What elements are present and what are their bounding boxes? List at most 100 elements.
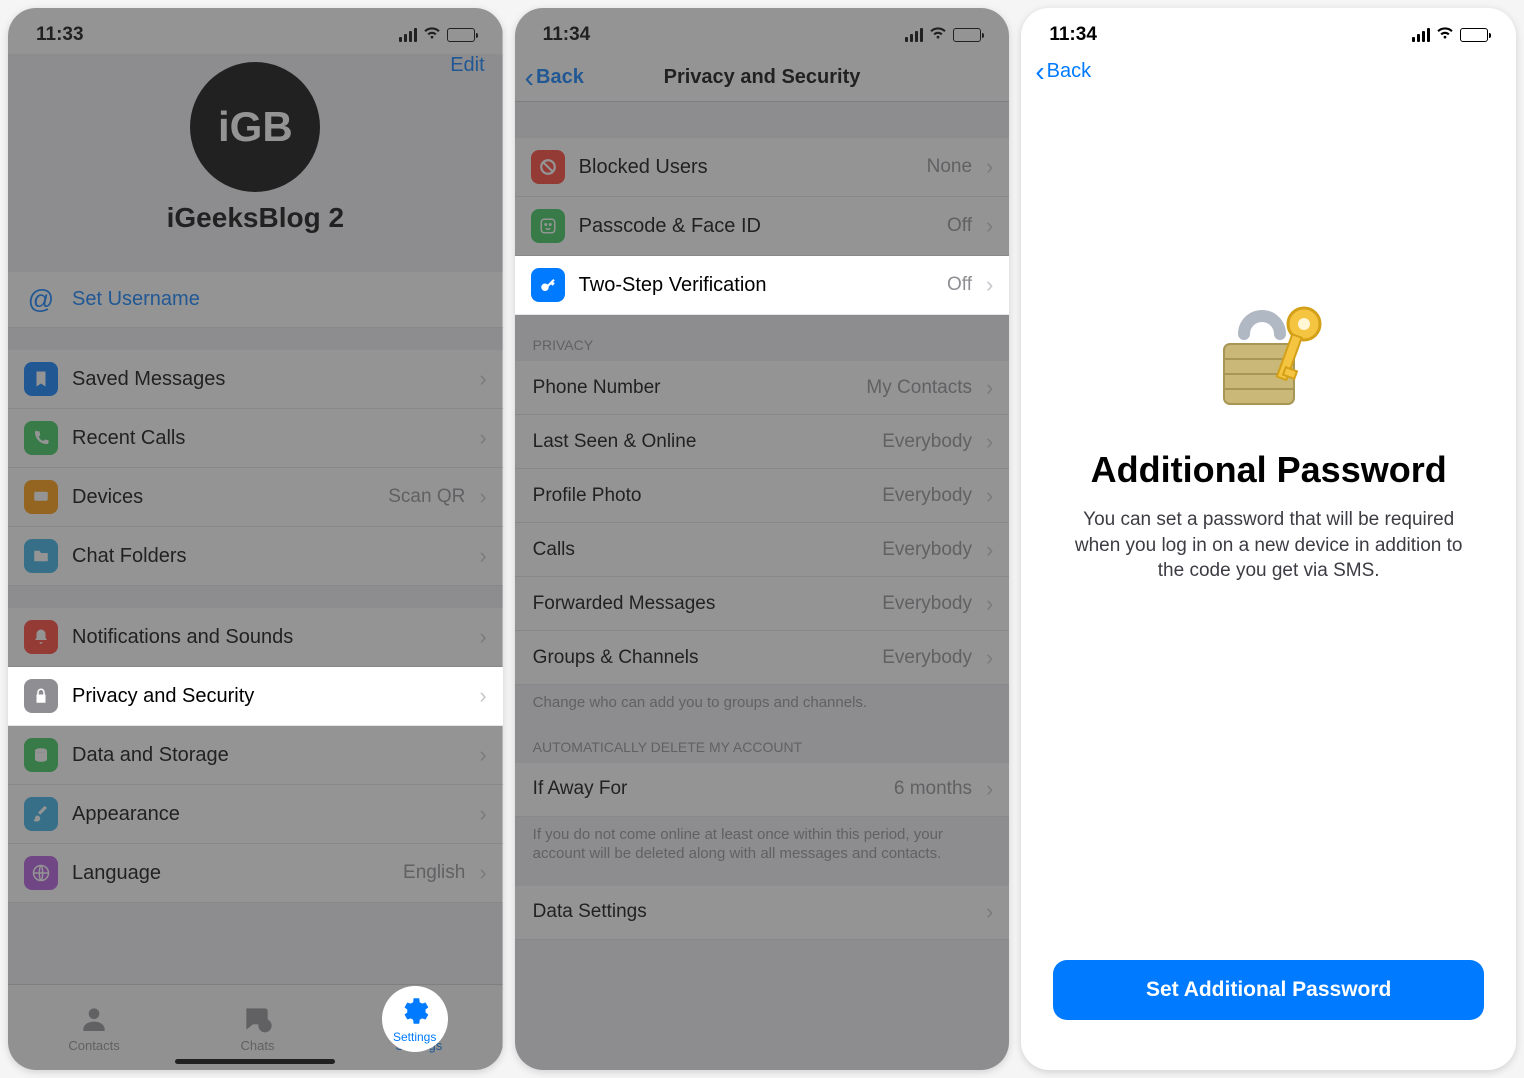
chevron-right-icon: › bbox=[479, 801, 486, 827]
home-indicator[interactable] bbox=[175, 1059, 335, 1064]
row-label: Recent Calls bbox=[72, 427, 465, 450]
row-label: Data Settings bbox=[533, 901, 972, 923]
row-label: Notifications and Sounds bbox=[72, 626, 465, 649]
phone-number-row[interactable]: Phone Number My Contacts › bbox=[515, 361, 1010, 415]
row-label: Devices bbox=[72, 486, 374, 509]
notifications-row[interactable]: Notifications and Sounds › bbox=[8, 608, 503, 667]
page-description: You can set a password that will be requ… bbox=[1053, 507, 1484, 584]
chevron-right-icon: › bbox=[479, 742, 486, 768]
set-username-row[interactable]: @ Set Username bbox=[8, 272, 503, 328]
chevron-right-icon: › bbox=[986, 537, 993, 563]
row-value: English bbox=[403, 862, 465, 884]
tab-contacts[interactable]: Contacts bbox=[68, 1003, 119, 1053]
blocked-icon bbox=[531, 150, 565, 184]
row-label: Forwarded Messages bbox=[533, 593, 869, 615]
blocked-users-row[interactable]: Blocked Users None › bbox=[515, 138, 1010, 197]
status-time: 11:33 bbox=[36, 24, 84, 46]
battery-icon bbox=[953, 28, 981, 42]
chevron-right-icon: › bbox=[986, 776, 993, 802]
cell-signal-icon bbox=[399, 28, 417, 42]
lastseen-row[interactable]: Last Seen & Online Everybody › bbox=[515, 415, 1010, 469]
nav-title: Privacy and Security bbox=[664, 66, 861, 89]
status-icons bbox=[905, 26, 981, 45]
row-value: Everybody bbox=[882, 647, 972, 669]
row-label: Passcode & Face ID bbox=[579, 215, 933, 238]
chevron-left-icon: ‹ bbox=[525, 68, 534, 88]
lock-key-illustration bbox=[1194, 294, 1344, 429]
set-password-button[interactable]: Set Additional Password bbox=[1053, 960, 1484, 1020]
chevron-right-icon: › bbox=[986, 591, 993, 617]
chevron-right-icon: › bbox=[986, 154, 993, 180]
delete-footer: If you do not come online at least once … bbox=[515, 817, 1010, 868]
chevron-right-icon: › bbox=[479, 484, 486, 510]
database-icon bbox=[24, 738, 58, 772]
privacy-security-row[interactable]: Privacy and Security › bbox=[8, 667, 503, 726]
devices-row[interactable]: Devices Scan QR › bbox=[8, 468, 503, 527]
additional-password-screen: 11:34 ‹ Back bbox=[1021, 8, 1516, 1070]
chevron-right-icon: › bbox=[986, 645, 993, 671]
chevron-right-icon: › bbox=[986, 213, 993, 239]
battery-icon bbox=[1460, 28, 1488, 42]
chevron-left-icon: ‹ bbox=[1035, 62, 1044, 82]
chevron-right-icon: › bbox=[479, 543, 486, 569]
brush-icon bbox=[24, 797, 58, 831]
wifi-icon bbox=[929, 26, 947, 45]
row-label: Set Username bbox=[72, 288, 487, 311]
key-icon bbox=[531, 268, 565, 302]
data-settings-row[interactable]: Data Settings › bbox=[515, 886, 1010, 940]
groups-row[interactable]: Groups & Channels Everybody › bbox=[515, 631, 1010, 685]
chevron-right-icon: › bbox=[986, 429, 993, 455]
back-button[interactable]: ‹ Back bbox=[1035, 60, 1091, 83]
cell-signal-icon bbox=[905, 28, 923, 42]
nav-bar: ‹ Back Privacy and Security bbox=[515, 54, 1010, 102]
recent-calls-row[interactable]: Recent Calls › bbox=[8, 409, 503, 468]
appearance-row[interactable]: Appearance › bbox=[8, 785, 503, 844]
calls-row[interactable]: Calls Everybody › bbox=[515, 523, 1010, 577]
row-value: Scan QR bbox=[388, 486, 465, 508]
back-label: Back bbox=[536, 66, 584, 89]
settings-highlight[interactable]: Settings bbox=[382, 986, 448, 1052]
settings-screen: 11:33 Edit iGB iGeeksBlog 2 @ Set Userna… bbox=[8, 8, 503, 1070]
forwarded-row[interactable]: Forwarded Messages Everybody › bbox=[515, 577, 1010, 631]
devices-icon bbox=[24, 480, 58, 514]
bookmark-icon bbox=[24, 362, 58, 396]
profile-photo-row[interactable]: Profile Photo Everybody › bbox=[515, 469, 1010, 523]
status-icons bbox=[1412, 26, 1488, 45]
row-label: Calls bbox=[533, 539, 869, 561]
avatar[interactable]: iGB bbox=[190, 62, 320, 192]
tab-label: Chats bbox=[241, 1038, 275, 1053]
back-button[interactable]: ‹ Back bbox=[525, 66, 584, 89]
row-label: Last Seen & Online bbox=[533, 431, 869, 453]
two-step-row[interactable]: Two-Step Verification Off › bbox=[515, 256, 1010, 315]
row-value: My Contacts bbox=[866, 377, 972, 399]
delete-section-header: AUTOMATICALLY DELETE MY ACCOUNT bbox=[515, 717, 1010, 763]
privacy-section-header: PRIVACY bbox=[515, 315, 1010, 361]
faceid-icon bbox=[531, 209, 565, 243]
lock-icon bbox=[24, 679, 58, 713]
row-label: Phone Number bbox=[533, 377, 853, 399]
away-row[interactable]: If Away For 6 months › bbox=[515, 763, 1010, 817]
row-label: Privacy and Security bbox=[72, 685, 465, 708]
battery-icon bbox=[447, 28, 475, 42]
row-value: Off bbox=[947, 274, 972, 296]
chevron-right-icon: › bbox=[986, 483, 993, 509]
row-value: 6 months bbox=[894, 778, 972, 800]
row-label: If Away For bbox=[533, 778, 880, 800]
edit-button[interactable]: Edit bbox=[450, 54, 484, 77]
status-time: 11:34 bbox=[543, 24, 591, 46]
chevron-right-icon: › bbox=[479, 683, 486, 709]
passcode-row[interactable]: Passcode & Face ID Off › bbox=[515, 197, 1010, 256]
row-label: Language bbox=[72, 862, 389, 885]
language-row[interactable]: Language English › bbox=[8, 844, 503, 903]
row-label: Two-Step Verification bbox=[579, 274, 933, 297]
row-label: Saved Messages bbox=[72, 368, 465, 391]
status-icons bbox=[399, 26, 475, 45]
row-label: Groups & Channels bbox=[533, 647, 869, 669]
data-storage-row[interactable]: Data and Storage › bbox=[8, 726, 503, 785]
tab-chats[interactable]: Chats bbox=[241, 1003, 275, 1053]
chat-folders-row[interactable]: Chat Folders › bbox=[8, 527, 503, 586]
tab-label: Contacts bbox=[68, 1038, 119, 1053]
saved-messages-row[interactable]: Saved Messages › bbox=[8, 350, 503, 409]
status-bar: 11:34 bbox=[515, 8, 1010, 54]
chevron-right-icon: › bbox=[479, 425, 486, 451]
